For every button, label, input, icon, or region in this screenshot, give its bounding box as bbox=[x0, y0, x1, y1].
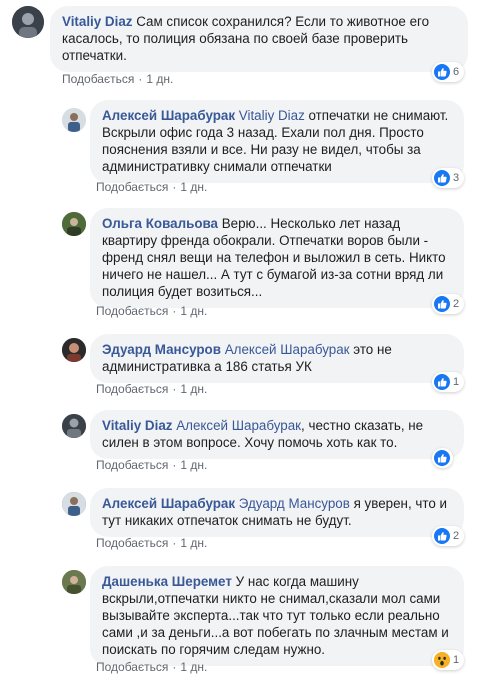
reaction-count: 2 bbox=[453, 298, 460, 310]
avatar[interactable] bbox=[12, 6, 44, 38]
comment: Vitaliy Diaz Сам список сохранился? Если… bbox=[0, 0, 497, 90]
separator: · bbox=[172, 536, 177, 550]
comment-time[interactable]: 1 дн. bbox=[146, 72, 173, 86]
separator: · bbox=[138, 72, 143, 86]
comment-bubble: Алексей Шарабурак Vitaliy Diaz отпечатки… bbox=[90, 100, 464, 183]
avatar[interactable] bbox=[62, 492, 86, 516]
comment-time[interactable]: 1 дн. bbox=[180, 536, 207, 550]
comment-bubble: Алексей Шарабурак Эдуард Мансуров я увер… bbox=[90, 488, 464, 537]
reaction-summary[interactable]: 1 bbox=[432, 650, 465, 670]
comment-bubble: Дашенька Шеремет У нас когда машину вскр… bbox=[90, 566, 464, 666]
reply: Ольга Ковальова Верю... Несколько лет на… bbox=[0, 204, 497, 324]
avatar[interactable] bbox=[62, 338, 86, 362]
like-link[interactable]: Подобається bbox=[96, 660, 168, 674]
avatar[interactable] bbox=[62, 414, 86, 438]
comment-bubble: Vitaliy Diaz Сам список сохранился? Если… bbox=[50, 6, 468, 72]
like-reaction-icon bbox=[434, 374, 450, 390]
reply: Vitaliy Diaz Алексей Шарабурак, честно с… bbox=[0, 406, 497, 478]
comment-actions: Подобається · 1 дн. bbox=[96, 536, 207, 550]
avatar[interactable] bbox=[62, 108, 86, 132]
like-link[interactable]: Подобається bbox=[96, 382, 168, 396]
comment-author[interactable]: Ольга Ковальова bbox=[102, 216, 218, 231]
comment-time[interactable]: 1 дн. bbox=[180, 304, 207, 318]
avatar[interactable] bbox=[62, 570, 86, 594]
like-link[interactable]: Подобається bbox=[96, 458, 168, 472]
avatar-photo-icon bbox=[62, 492, 86, 516]
reaction-summary[interactable]: 2 bbox=[432, 526, 465, 546]
reaction-summary[interactable]: 1 bbox=[432, 372, 465, 392]
like-reaction-icon bbox=[434, 528, 450, 544]
comment-time[interactable]: 1 дн. bbox=[180, 382, 207, 396]
comment-time[interactable]: 1 дн. bbox=[180, 458, 207, 472]
comment-bubble: Ольга Ковальова Верю... Несколько лет на… bbox=[90, 208, 464, 308]
comment-author[interactable]: Vitaliy Diaz bbox=[62, 14, 132, 29]
like-link[interactable]: Подобається bbox=[96, 536, 168, 550]
avatar-photo-icon bbox=[12, 6, 44, 38]
comment-time[interactable]: 1 дн. bbox=[180, 180, 207, 194]
reaction-count: 6 bbox=[453, 66, 460, 78]
like-reaction-icon bbox=[434, 450, 450, 466]
reply: Алексей Шарабурак Эдуард Мансуров я увер… bbox=[0, 484, 497, 556]
avatar-photo-icon bbox=[62, 108, 86, 132]
comment-bubble: Эдуард Мансуров Алексей Шарабурак это не… bbox=[90, 334, 464, 383]
comment-actions: Подобається · 1 дн. bbox=[96, 660, 207, 674]
like-link[interactable]: Подобається bbox=[96, 304, 168, 318]
comment-actions: Подобається · 1 дн. bbox=[96, 458, 207, 472]
reaction-summary[interactable] bbox=[432, 448, 453, 468]
like-link[interactable]: Подобається bbox=[96, 180, 168, 194]
mention-link[interactable]: Алексей Шарабурак bbox=[225, 342, 350, 357]
comment-author[interactable]: Эдуард Мансуров bbox=[102, 342, 221, 357]
separator: · bbox=[172, 180, 177, 194]
reply: Эдуард Мансуров Алексей Шарабурак это не… bbox=[0, 330, 497, 402]
reaction-count: 2 bbox=[453, 530, 460, 542]
reaction-summary[interactable]: 2 bbox=[432, 294, 465, 314]
reply: Алексей Шарабурак Vitaliy Diaz отпечатки… bbox=[0, 96, 497, 198]
avatar-photo-icon bbox=[62, 338, 86, 362]
reaction-summary[interactable]: 6 bbox=[432, 62, 465, 82]
comment-actions: Подобається · 1 дн. bbox=[96, 180, 207, 194]
avatar-photo-icon bbox=[62, 212, 86, 236]
avatar-photo-icon bbox=[62, 570, 86, 594]
comment-actions: Подобається · 1 дн. bbox=[96, 382, 207, 396]
separator: · bbox=[172, 660, 177, 674]
separator: · bbox=[172, 382, 177, 396]
separator: · bbox=[172, 304, 177, 318]
comment-time[interactable]: 1 дн. bbox=[180, 660, 207, 674]
avatar[interactable] bbox=[62, 212, 86, 236]
like-reaction-icon bbox=[434, 170, 450, 186]
mention-link[interactable]: Vitaliy Diaz bbox=[239, 108, 305, 123]
reaction-summary[interactable]: 3 bbox=[432, 168, 465, 188]
comment-author[interactable]: Алексей Шарабурак bbox=[102, 108, 235, 123]
wow-reaction-icon bbox=[434, 652, 450, 668]
comment-author[interactable]: Vitaliy Diaz bbox=[102, 418, 172, 433]
like-link[interactable]: Подобається bbox=[62, 72, 134, 86]
mention-link[interactable]: Эдуард Мансуров bbox=[239, 496, 350, 511]
like-reaction-icon bbox=[434, 64, 450, 80]
comment-author[interactable]: Дашенька Шеремет bbox=[102, 574, 232, 589]
reply: Дашенька Шеремет У нас когда машину вскр… bbox=[0, 562, 497, 678]
comment-author[interactable]: Алексей Шарабурак bbox=[102, 496, 235, 511]
separator: · bbox=[172, 458, 177, 472]
reaction-count: 1 bbox=[453, 654, 460, 666]
reaction-count: 3 bbox=[453, 172, 460, 184]
like-reaction-icon bbox=[434, 296, 450, 312]
comment-bubble: Vitaliy Diaz Алексей Шарабурак, честно с… bbox=[90, 410, 464, 459]
comment-actions: Подобається · 1 дн. bbox=[62, 72, 173, 86]
reaction-count: 1 bbox=[453, 376, 460, 388]
mention-link[interactable]: Алексей Шарабурак bbox=[176, 418, 301, 433]
comment-actions: Подобається · 1 дн. bbox=[96, 304, 207, 318]
avatar-photo-icon bbox=[62, 414, 86, 438]
